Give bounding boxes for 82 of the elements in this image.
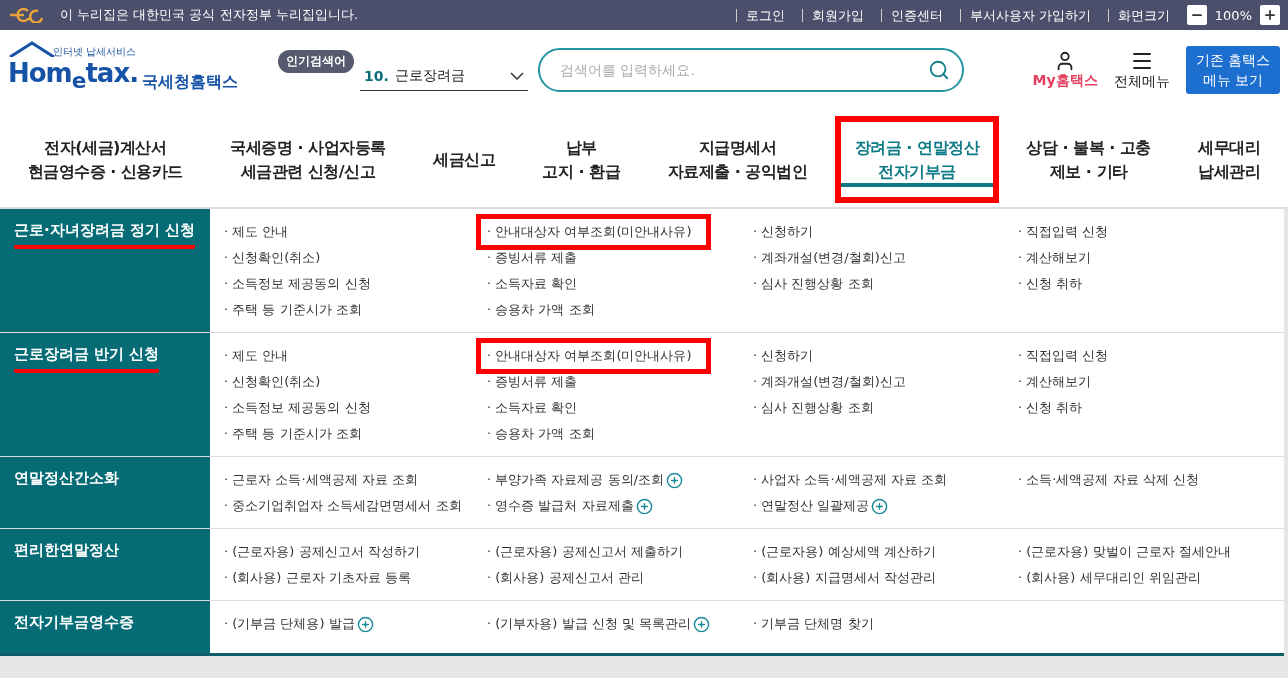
menu-link[interactable]: · (기부자용) 발급 신청 및 목록관리 (487, 611, 710, 637)
nav-tab[interactable]: 국세증명 · 사업자등록 세금관련 신청/신고 (210, 116, 406, 203)
menu-link[interactable]: · 신청 취하 (1018, 271, 1083, 297)
legacy-menu-button[interactable]: 기존 홈택스 메뉴 보기 (1185, 46, 1280, 94)
menu-link[interactable]: · 소득·세액공제 자료 삭제 신청 (1018, 467, 1199, 493)
menu-link[interactable]: · 영수증 발급처 자료제출 (487, 493, 653, 519)
menu-link[interactable]: · 소득자료 확인 (487, 395, 578, 421)
logo-tagline: 인터넷 납세서비스 (52, 45, 137, 60)
menu-link[interactable]: · (근로자용) 예상세액 계산하기 (753, 539, 936, 565)
nav-tab[interactable]: 상담 · 불복 · 고충 제보 · 기타 (1006, 116, 1171, 203)
nav-tab[interactable]: 지급명세서 자료제출 · 공익법인 (647, 116, 828, 203)
menu-link[interactable]: · 승용차 가액 조회 (487, 297, 595, 323)
menu-link[interactable]: · (회사용) 공제신고서 관리 (487, 565, 644, 591)
zoom-out-button[interactable] (1186, 5, 1207, 25)
all-menu-link[interactable]: 전체메뉴 (1113, 49, 1170, 91)
top-link[interactable]: 회원가입 (801, 8, 873, 22)
menu-link[interactable]: · 심사 진행상황 조회 (753, 271, 874, 297)
zoom-label: 화면크기 (1107, 8, 1179, 22)
menu-link[interactable]: · 신청확인(취소) (224, 369, 321, 395)
logo-name[interactable]: 국세청홈택스 (142, 71, 239, 93)
menu-link[interactable]: · (근로자용) 맞벌이 근로자 절세안내 (1018, 539, 1231, 565)
section-title: 근로·자녀장려금 정기 신청 (14, 221, 196, 249)
menu-link[interactable]: · 신청하기 (753, 343, 814, 369)
plus-circle-icon[interactable] (356, 615, 374, 633)
plus-circle-icon[interactable] (665, 471, 683, 489)
top-link[interactable]: 인증센터 (880, 8, 952, 22)
top-link[interactable]: 로그인 (735, 8, 794, 22)
menu-link[interactable]: · 신청확인(취소) (224, 245, 321, 271)
menu-link[interactable]: · 부양가족 자료제공 동의/조회 (487, 467, 683, 493)
search-icon[interactable] (928, 59, 950, 81)
menu-link[interactable]: · 심사 진행상황 조회 (753, 395, 874, 421)
menu-link[interactable]: · (회사용) 세무대리인 위임관리 (1018, 565, 1201, 591)
menu-link[interactable]: · 소득자료 확인 (487, 271, 578, 297)
plus-circle-icon[interactable] (692, 615, 710, 633)
my-hometax-link[interactable]: My홈택스 (1032, 50, 1098, 90)
menu-link[interactable]: · 직접입력 신청 (1018, 343, 1109, 369)
menu-link[interactable]: · (기부금 단체용) 발급 (224, 611, 374, 637)
nav-tab[interactable]: 전자(세금)계산서 현금영수증 · 신용카드 (8, 116, 203, 203)
menu-link[interactable]: · 신청 취하 (1018, 395, 1083, 421)
menu-link[interactable]: · (근로자용) 공제신고서 작성하기 (224, 539, 420, 565)
plus-circle-icon[interactable] (871, 497, 889, 515)
section-title: 편리한연말정산 (14, 541, 119, 561)
top-link[interactable]: 부서사용자 가입하기 (959, 8, 1100, 22)
nav-tab[interactable]: 납부 고지 · 환급 (522, 116, 640, 203)
menu-link[interactable]: · 소득정보 제공동의 신청 (224, 395, 371, 421)
menu-link[interactable]: · (근로자용) 공제신고서 제출하기 (487, 539, 683, 565)
search-field[interactable]: 검색어를 입력하세요. (538, 48, 964, 92)
plus-circle-icon[interactable] (635, 497, 653, 515)
menu-link[interactable]: · 직접입력 신청 (1018, 219, 1109, 245)
menu-link[interactable]: · 계좌개설(변경/철회)신고 (753, 245, 906, 271)
nav-tab[interactable]: 세무대리 납세관리 (1178, 116, 1281, 203)
menu-link[interactable]: · 계산해보기 (1018, 245, 1092, 271)
menu-link[interactable]: · 사업자 소득·세액공제 자료 조회 (753, 467, 947, 493)
menu-link[interactable]: · 주택 등 기준시가 조회 (224, 297, 362, 323)
menu-link[interactable]: · 제도 안내 (224, 219, 289, 245)
plus-icon (1263, 8, 1277, 22)
menu-link[interactable]: · 안내대상자 여부조회(미안내사유) (476, 214, 711, 250)
menu-link[interactable]: · (회사용) 근로자 기초자료 등록 (224, 565, 411, 591)
popular-search-badge: 인기검색어 (278, 49, 354, 73)
zoom-value: 100% (1214, 7, 1252, 23)
menu-link[interactable]: · 안내대상자 여부조회(미안내사유) (476, 338, 711, 374)
menu-link[interactable]: · 소득정보 제공동의 신청 (224, 271, 371, 297)
menu-link[interactable]: · 계좌개설(변경/철회)신고 (753, 369, 906, 395)
menu-link[interactable]: · (회사용) 지급명세서 작성관리 (753, 565, 936, 591)
nav-tab[interactable]: 세금신고 (413, 116, 515, 203)
section-title: 전자기부금영수증 (14, 613, 134, 633)
menu-link[interactable]: · 주택 등 기준시가 조회 (224, 421, 362, 447)
menu-link[interactable]: · 중소기업취업자 소득세감면명세서 조회 (224, 493, 462, 519)
logo-wordmark[interactable]: Hom$_{e}$tax. (8, 60, 139, 95)
menu-link[interactable]: · 계산해보기 (1018, 369, 1092, 395)
notice-text: 이 누리집은 대한민국 공식 전자정부 누리집입니다. (60, 6, 359, 24)
menu-link[interactable]: · 신청하기 (753, 219, 814, 245)
nav-tab[interactable]: 장려금 · 연말정산 전자기부금 (835, 116, 999, 203)
chevron-down-icon (510, 71, 524, 80)
menu-link[interactable]: · 제도 안내 (224, 343, 289, 369)
menu-link[interactable]: · 연말정산 일괄제공 (753, 493, 889, 519)
menu-link[interactable]: · 승용차 가액 조회 (487, 421, 595, 447)
menu-link[interactable]: · 근로자 소득·세액공제 자료 조회 (224, 467, 418, 493)
zoom-in-button[interactable] (1260, 5, 1280, 25)
section-title: 근로장려금 반기 신청 (14, 345, 160, 373)
section-title: 연말정산간소화 (14, 469, 119, 489)
menu-link[interactable]: · 기부금 단체명 찾기 (753, 611, 874, 637)
